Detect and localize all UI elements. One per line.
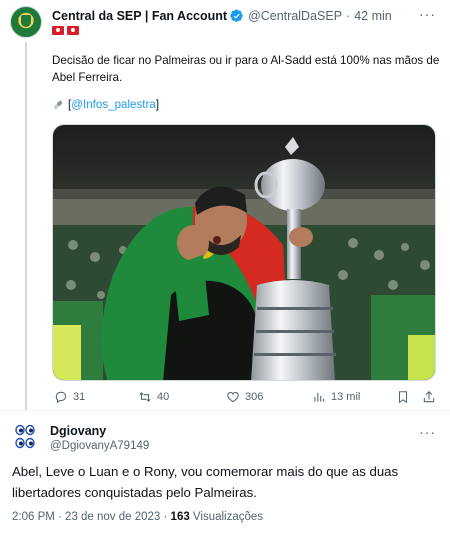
more-icon[interactable]: ··· [419,6,436,22]
eyes-emoji-icon [15,424,35,449]
bookmark-icon [398,391,408,404]
thread-line [25,42,27,410]
reply-author-name[interactable]: Dgiovany [50,424,106,438]
tweet-time[interactable]: 42 min [354,9,392,23]
like-button[interactable]: 306 [226,390,263,404]
retweet-button[interactable]: 40 [138,390,169,404]
reply-text: Abel, Leve o Luan e o Rony, vou comemora… [12,464,399,500]
author-handle[interactable]: @CentralDaSEP [248,9,342,23]
author-avatar[interactable] [10,6,42,38]
more-icon[interactable]: ··· [419,424,436,440]
heart-icon [227,392,239,403]
author-name[interactable]: Central da SEP | Fan Account [52,9,227,23]
divider [0,410,450,411]
reply-views-count: 163 [170,511,190,523]
verified-badge-icon [230,9,244,23]
bookmark-button[interactable] [396,390,410,404]
tweet-source: [@Infos_palestra] [52,98,159,111]
reply-meta: 2:06 PM · 23 de nov de 2023 · 163 Visual… [12,511,263,523]
reply-views-label: Visualizações [189,511,264,523]
reply-icon [55,391,67,404]
reply-author-handle[interactable]: @DgiovanyA79149 [50,440,149,452]
pill-emoji-icon [52,99,64,111]
reply-timestamp[interactable]: 2:06 PM · 23 de nov de 2023 · [12,511,171,523]
views-count: 13 mil [331,391,361,403]
retweet-icon [139,392,151,402]
flag-icon [52,26,64,35]
main-tweet[interactable]: Central da SEP | Fan Account @CentralDaS… [0,0,450,410]
reply-count: 31 [73,391,86,403]
flag-emojis [52,26,79,35]
tweet-text: Decisão de ficar no Palmeiras ou ir para… [52,54,440,84]
flag-icon [67,26,79,35]
views-chart-icon [314,392,325,402]
source-mention-link[interactable]: @Infos_palestra [71,98,156,111]
reply-author-avatar[interactable] [12,424,40,450]
reply-button[interactable]: 31 [54,390,85,404]
source-bracket-close: ] [155,98,160,111]
tweet-header: Central da SEP | Fan Account @CentralDaS… [52,7,392,25]
share-button[interactable] [422,390,436,404]
views-button[interactable]: 13 mil [312,390,360,404]
share-icon [423,391,435,403]
like-count: 306 [245,391,264,403]
tweet-actions: 31 40 306 13 mil [52,388,440,406]
separator-dot: · [346,9,351,23]
tweet-photo[interactable] [52,124,436,381]
retweet-count: 40 [157,391,170,403]
